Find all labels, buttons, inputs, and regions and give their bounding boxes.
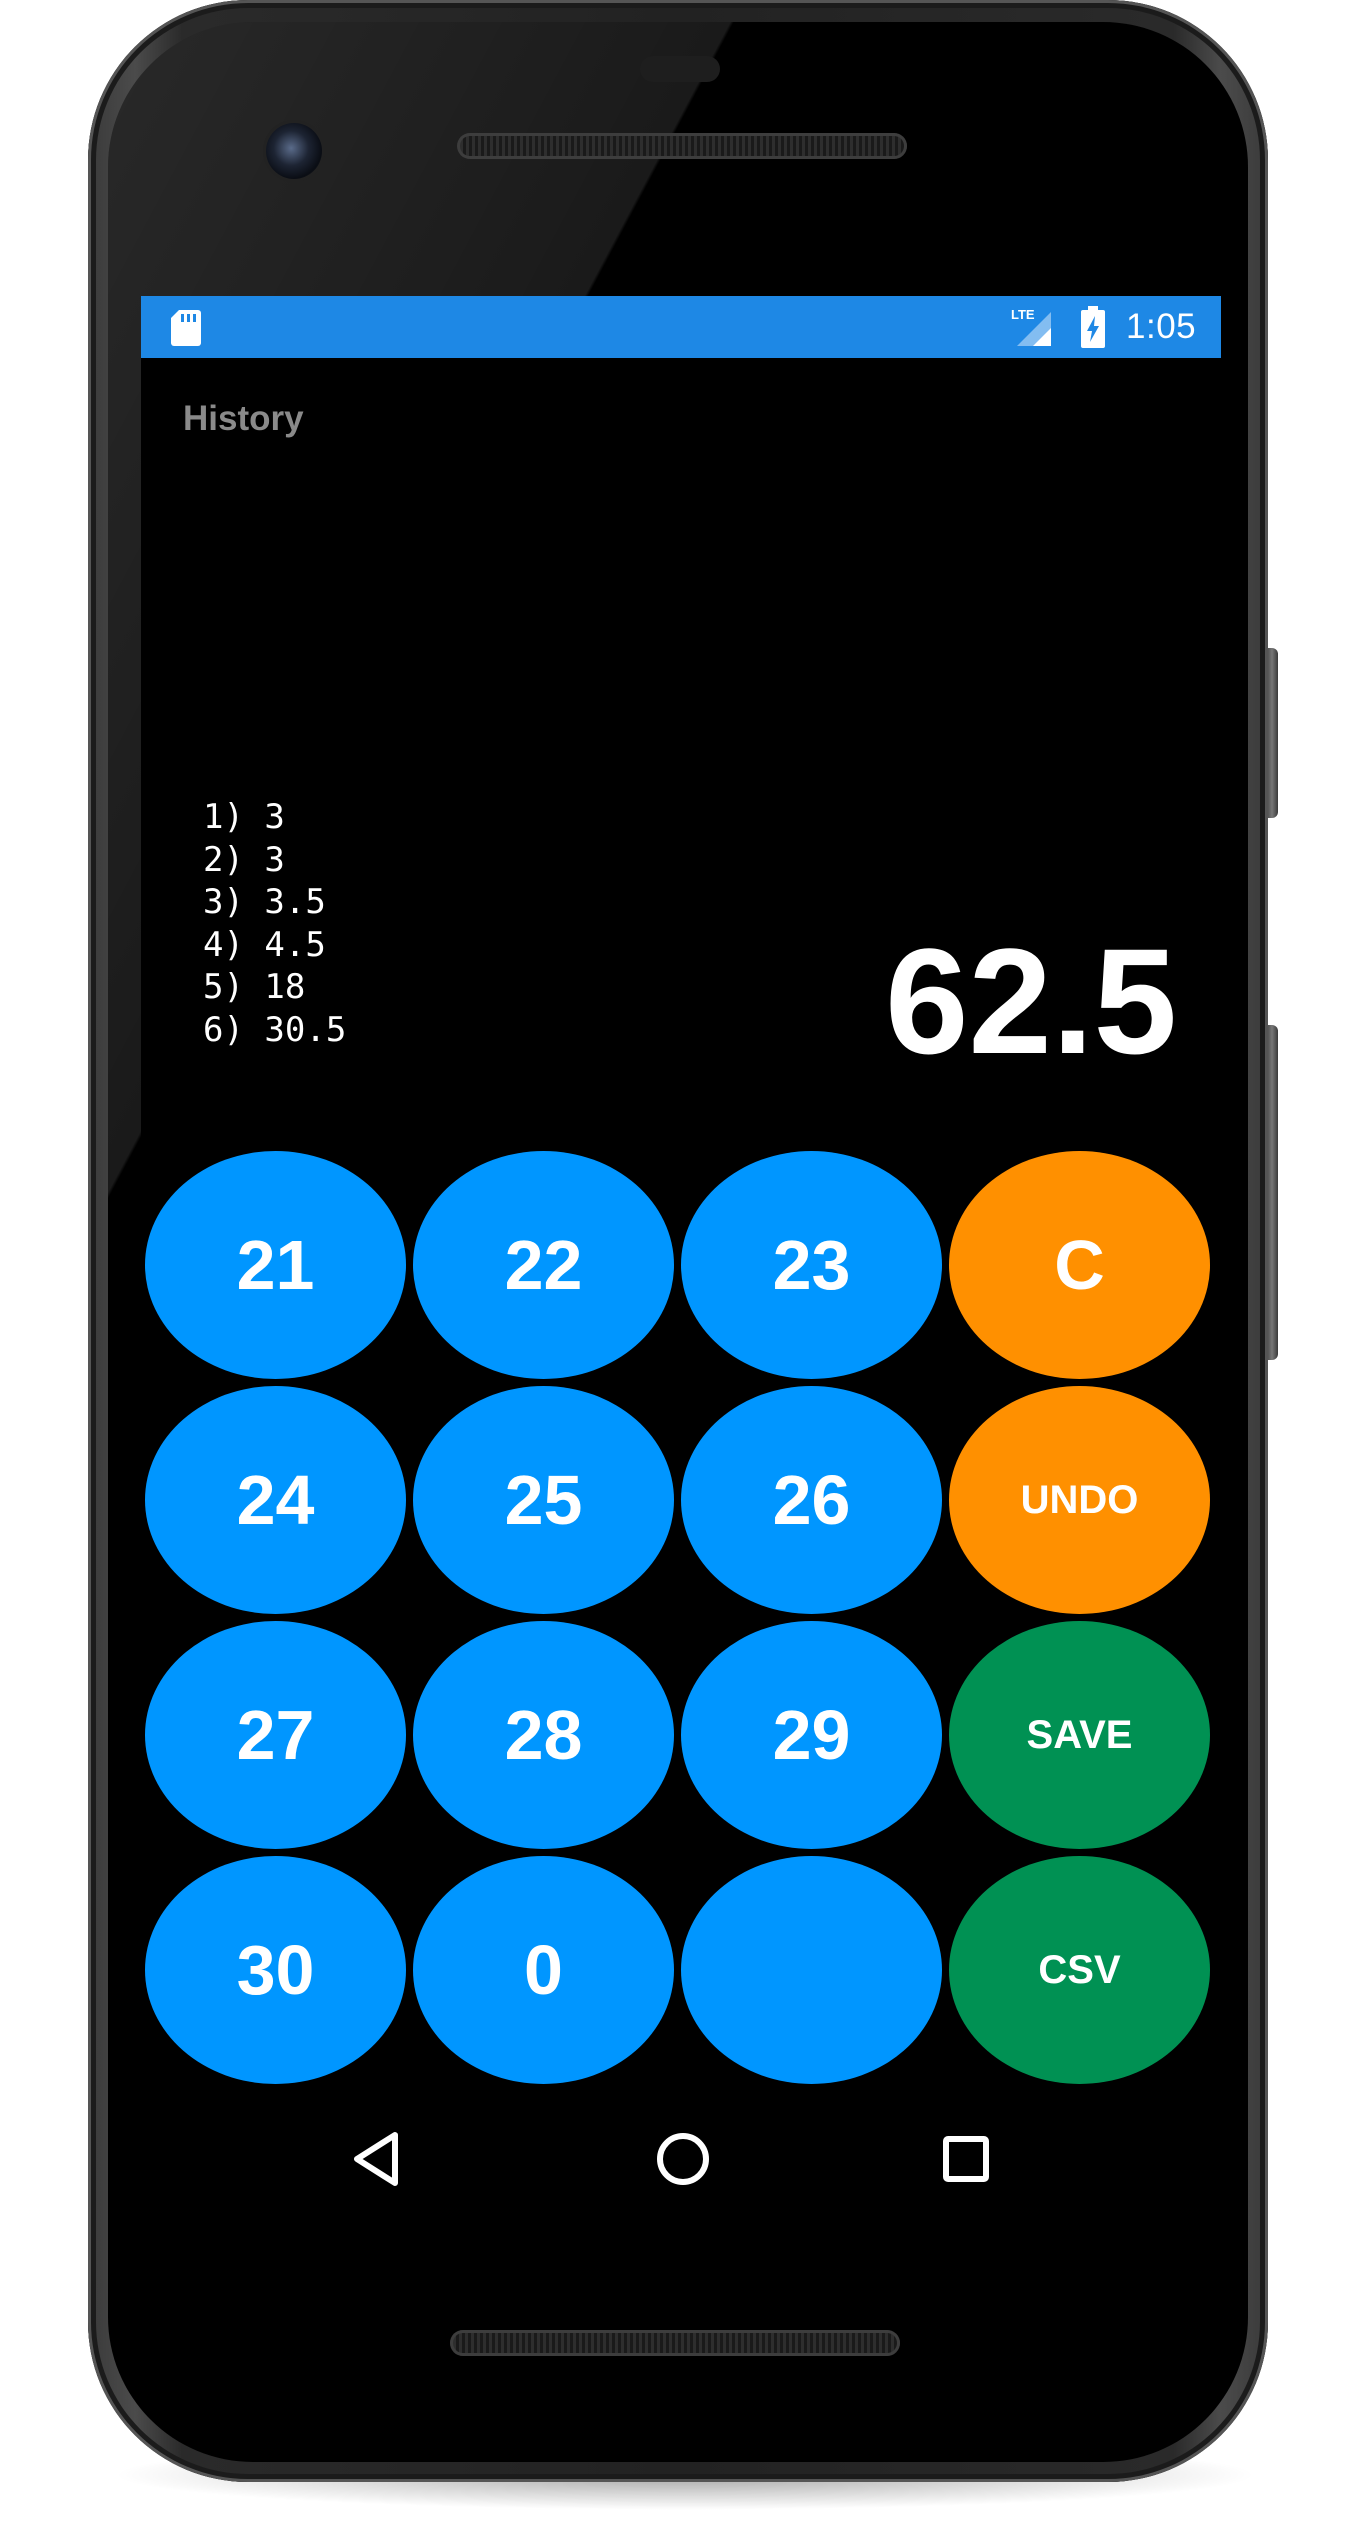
undo-button[interactable]: UNDO <box>949 1386 1210 1614</box>
history-entry: 5) 18 <box>203 967 306 1007</box>
proximity-sensor <box>640 56 720 82</box>
lte-signal-icon: LTE <box>1011 306 1053 348</box>
key-29[interactable]: 29 <box>681 1621 942 1849</box>
history-entry: 1) 3 <box>203 797 285 837</box>
key-21[interactable]: 21 <box>145 1151 406 1379</box>
key-27[interactable]: 27 <box>145 1621 406 1849</box>
keypad: 21 22 23 C 24 25 26 UNDO 27 28 29 SAVE 3… <box>145 1151 1221 2091</box>
battery-charging-icon <box>1080 306 1106 348</box>
earpiece-speaker <box>457 133 907 159</box>
history-title: History <box>183 399 304 438</box>
key-28[interactable]: 28 <box>413 1621 674 1849</box>
key-22[interactable]: 22 <box>413 1151 674 1379</box>
csv-button[interactable]: CSV <box>949 1856 1210 2084</box>
history-entry: 6) 30.5 <box>203 1009 347 1050</box>
key-25[interactable]: 25 <box>413 1386 674 1614</box>
blank-key[interactable] <box>681 1856 942 2084</box>
history-entry: 4) 4.5 <box>203 924 326 965</box>
recents-icon[interactable] <box>936 2129 996 2189</box>
bottom-speaker <box>450 2330 900 2356</box>
save-button[interactable]: SAVE <box>949 1621 1210 1849</box>
home-icon[interactable] <box>653 2129 713 2189</box>
history-list: 1) 3 2) 3 3) 3.5 4) 4.5 5) 18 6) 30.5 <box>203 796 346 1051</box>
history-entry: 3) 3.5 <box>203 882 326 922</box>
network-type-label: LTE <box>1011 307 1035 322</box>
key-24[interactable]: 24 <box>145 1386 406 1614</box>
key-26[interactable]: 26 <box>681 1386 942 1614</box>
key-30[interactable]: 30 <box>145 1856 406 2084</box>
device-frame: LTE 1:05 History 1) 3 2) 3 3) 3.5 4) 4.5… <box>0 0 1370 2534</box>
status-clock: 1:05 <box>1126 307 1197 346</box>
front-camera <box>266 123 322 179</box>
app-screen: LTE 1:05 History 1) 3 2) 3 3) 3.5 4) 4.5… <box>141 296 1221 2216</box>
result-display: 62.5 <box>885 917 1177 1085</box>
sd-card-icon <box>171 310 201 346</box>
back-icon[interactable] <box>346 2129 406 2189</box>
key-23[interactable]: 23 <box>681 1151 942 1379</box>
key-0[interactable]: 0 <box>413 1856 674 2084</box>
status-bar: LTE 1:05 <box>141 296 1221 358</box>
clear-button[interactable]: C <box>949 1151 1210 1379</box>
history-entry: 2) 3 <box>203 839 285 880</box>
navigation-bar <box>141 2109 1221 2209</box>
